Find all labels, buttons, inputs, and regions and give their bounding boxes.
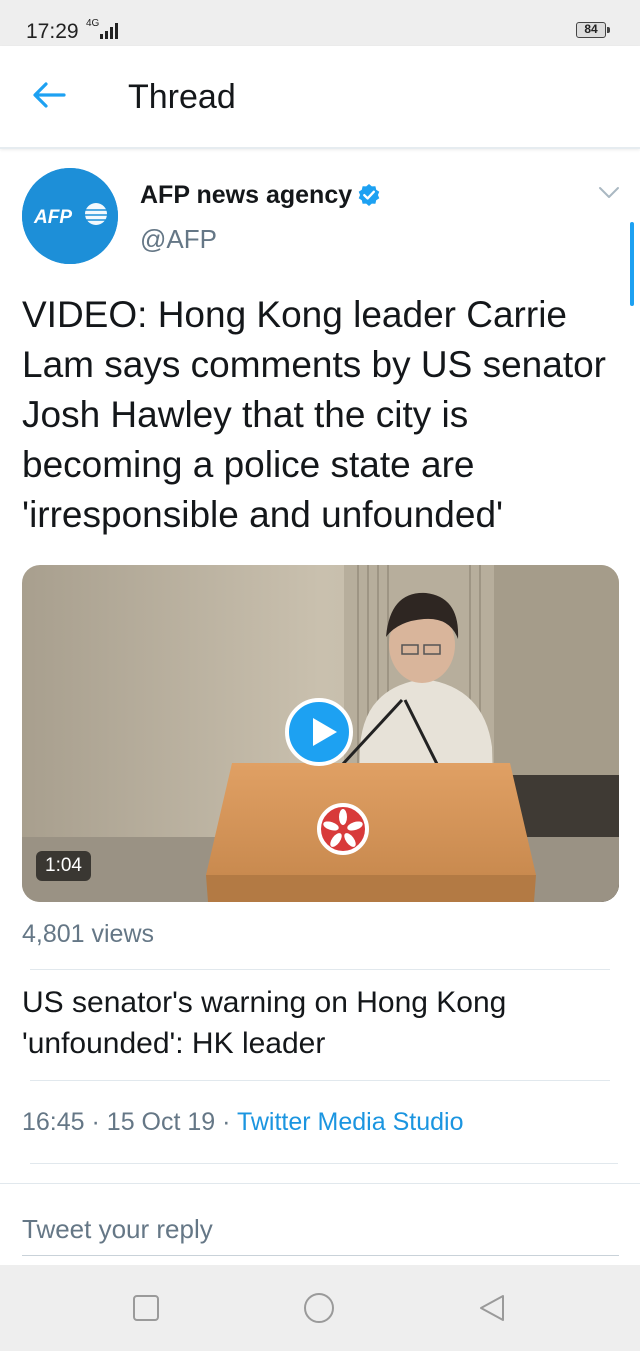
chevron-down-icon[interactable] — [598, 186, 620, 200]
app-header: Thread — [0, 46, 640, 149]
scrollbar[interactable] — [630, 222, 634, 306]
avatar[interactable]: AFP — [22, 168, 118, 264]
battery-icon: 84 — [576, 22, 606, 38]
circle-icon[interactable] — [302, 1291, 336, 1325]
divider — [30, 1080, 610, 1081]
avatar-logo-text: AFP — [33, 207, 72, 228]
source-link[interactable]: Twitter Media Studio — [237, 1108, 464, 1136]
verified-badge-icon — [358, 184, 380, 206]
square-icon[interactable] — [129, 1291, 163, 1325]
play-button[interactable] — [285, 698, 353, 766]
divider — [30, 1163, 618, 1164]
page-title: Thread — [128, 78, 236, 116]
afp-logo: AFP — [22, 168, 118, 264]
status-time: 17:29 — [26, 20, 79, 43]
signal-icon — [100, 23, 118, 39]
author-handle[interactable]: @AFP — [140, 224, 217, 255]
video-player[interactable]: 1:04 — [22, 565, 619, 902]
tweet-time: 16:45 — [22, 1108, 85, 1136]
arrow-left-icon[interactable] — [30, 80, 66, 110]
view-count: 4,801 views — [22, 920, 155, 948]
tweet-text: VIDEO: Hong Kong leader Carrie Lam says … — [22, 294, 606, 535]
meta-separator: · — [91, 1108, 100, 1136]
battery-tip — [607, 27, 610, 33]
author-name[interactable]: AFP news agency — [140, 181, 352, 210]
status-bar: 17:29 4G 84 — [0, 0, 640, 46]
video-duration: 1:04 — [36, 851, 91, 881]
triangle-back-icon[interactable] — [475, 1291, 509, 1325]
reply-input[interactable] — [22, 1203, 619, 1256]
divider — [30, 969, 610, 970]
tweet-meta: 16:45 · 15 Oct 19 · Twitter Media Studio — [22, 1108, 463, 1137]
system-nav-bar — [0, 1265, 640, 1351]
tweet-date: 15 Oct 19 — [106, 1108, 216, 1136]
network-type: 4G — [86, 18, 100, 29]
battery-level: 84 — [584, 22, 598, 36]
card-title[interactable]: US senator's warning on Hong Kong 'unfou… — [22, 982, 612, 1064]
meta-separator: · — [222, 1108, 231, 1136]
